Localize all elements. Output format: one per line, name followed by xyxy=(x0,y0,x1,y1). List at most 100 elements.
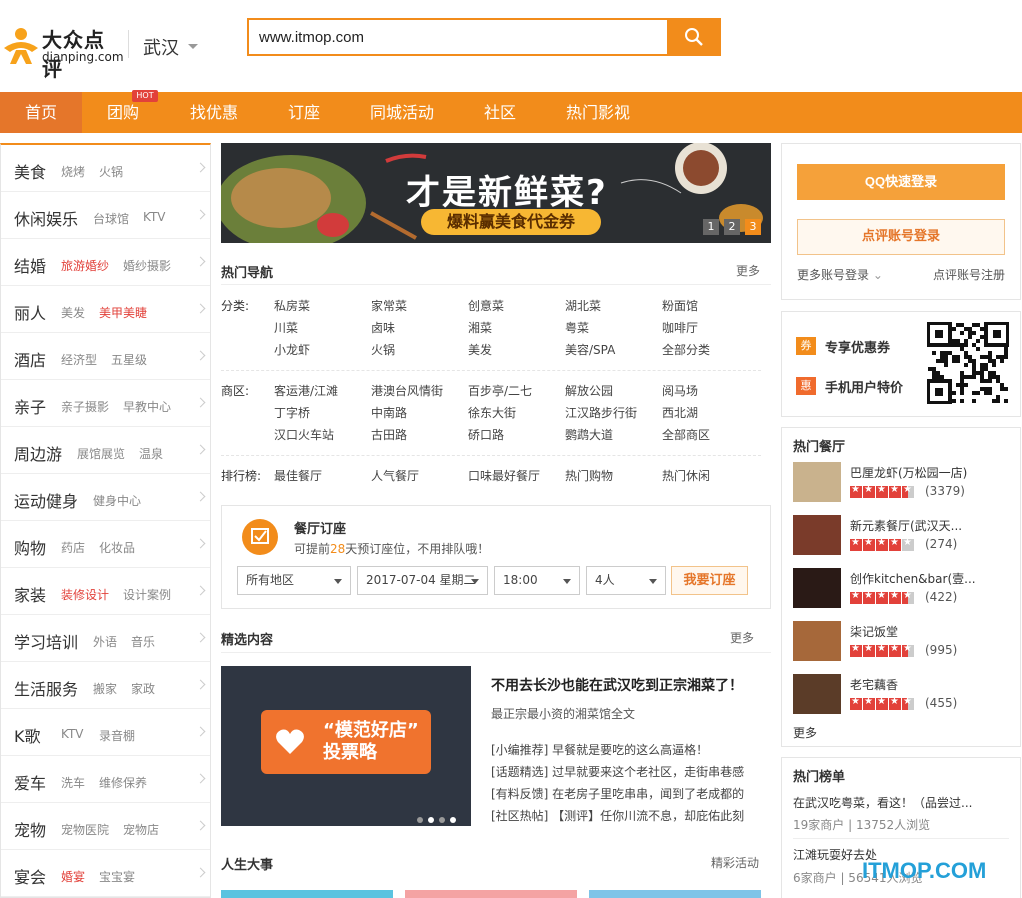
category-sublink[interactable]: 维修保养 xyxy=(99,774,147,791)
category-name[interactable]: 购物 xyxy=(14,535,46,559)
category-sublink[interactable]: 展馆展览 xyxy=(77,445,125,462)
category-name[interactable]: K歌 xyxy=(14,723,41,747)
category-sublink[interactable]: 早教中心 xyxy=(123,398,171,415)
category-sublink[interactable]: 五星级 xyxy=(111,351,147,368)
search-button[interactable] xyxy=(668,18,721,56)
hot-nav-link[interactable]: 美发 xyxy=(468,341,492,358)
category-name[interactable]: 宠物 xyxy=(14,817,46,841)
hot-nav-link[interactable]: 人气餐厅 xyxy=(371,467,419,484)
city-selector[interactable]: 武汉 xyxy=(143,34,179,60)
restaurant-thumbnail[interactable] xyxy=(793,674,841,714)
hot-nav-link[interactable]: 丁字桥 xyxy=(274,404,310,421)
hot-nav-link[interactable]: 热门购物 xyxy=(565,467,613,484)
promo-banner[interactable]: 才是新鲜菜? 爆料赢美食代金券 1 2 3 xyxy=(221,143,771,243)
sidebar-category[interactable]: 结婚 旅游婚纱 婚纱摄影 xyxy=(1,239,210,286)
banner-dot-1[interactable]: 1 xyxy=(703,219,719,235)
life-card[interactable] xyxy=(405,890,577,898)
hot-nav-link[interactable]: 口味最好餐厅 xyxy=(468,467,540,484)
category-sublink[interactable]: 火锅 xyxy=(99,163,123,180)
hot-nav-link[interactable]: 最佳餐厅 xyxy=(274,467,322,484)
search-input[interactable] xyxy=(249,20,667,54)
sidebar-category[interactable]: 酒店 经济型 五星级 xyxy=(1,333,210,380)
hot-nav-link[interactable]: 湖北菜 xyxy=(565,297,601,314)
life-more-link[interactable]: 精彩活动 xyxy=(711,854,759,871)
category-sublink[interactable]: 音乐 xyxy=(131,633,155,650)
featured-more-link[interactable]: 更多 xyxy=(730,629,754,646)
banner-dot-3[interactable]: 3 xyxy=(745,219,761,235)
hot-nav-link[interactable]: 湘菜 xyxy=(468,319,492,336)
featured-line[interactable]: [小编推荐] 早餐就是要吃的这么高逼格！ xyxy=(491,741,771,758)
hot-nav-link[interactable]: 小龙虾 xyxy=(274,341,310,358)
category-name[interactable]: 美食 xyxy=(14,159,46,183)
featured-line[interactable]: [话题精选] 过早就要来这个老社区，走街串巷感 xyxy=(491,763,771,780)
hot-nav-link[interactable]: 鹦鹉大道 xyxy=(565,426,613,443)
category-sublink[interactable]: 婚宴 xyxy=(61,868,85,885)
sidebar-category[interactable]: K歌 KTV 录音棚 xyxy=(1,709,210,756)
hot-nav-link[interactable]: 中南路 xyxy=(371,404,407,421)
carousel-dots[interactable] xyxy=(417,812,461,826)
category-name[interactable]: 休闲娱乐 xyxy=(14,206,78,230)
category-sublink[interactable]: 装修设计 xyxy=(61,586,109,603)
category-sublink[interactable]: 药店 xyxy=(61,539,85,556)
nav-dingzuo[interactable]: 订座 xyxy=(272,92,336,133)
hot-nav-link[interactable]: 美容/SPA xyxy=(565,341,615,358)
more-login-link[interactable]: 更多账号登录 ⌄ xyxy=(797,266,883,283)
qq-login-button[interactable]: QQ快速登录 xyxy=(797,164,1005,200)
sidebar-category[interactable]: 宴会 婚宴 宝宝宴 xyxy=(1,850,210,897)
hot-nav-link[interactable]: 徐东大街 xyxy=(468,404,516,421)
dianping-logo[interactable]: 大众点评 dianping.com xyxy=(2,22,124,81)
sidebar-category[interactable]: 生活服务 搬家 家政 xyxy=(1,662,210,709)
category-name[interactable]: 结婚 xyxy=(14,253,46,277)
category-sublink[interactable]: 宠物医院 xyxy=(61,821,109,838)
hot-nav-link[interactable]: 古田路 xyxy=(371,426,407,443)
hot-nav-link[interactable]: 江汉路步行街 xyxy=(565,404,637,421)
category-name[interactable]: 亲子 xyxy=(14,394,46,418)
category-name[interactable]: 宴会 xyxy=(14,864,46,888)
restaurant-name[interactable]: 老宅藕香 xyxy=(850,676,898,693)
featured-article-sub[interactable]: 最正宗最小资的湘菜馆全文 xyxy=(491,705,635,722)
hot-nav-link[interactable]: 私房菜 xyxy=(274,297,310,314)
hot-restaurants-more-link[interactable]: 更多 xyxy=(793,724,817,741)
category-sublink[interactable]: 亲子摄影 xyxy=(61,398,109,415)
category-sublink[interactable]: 旅游婚纱 xyxy=(61,257,109,274)
category-sublink[interactable]: 宠物店 xyxy=(123,821,159,838)
category-sublink[interactable]: 录音棚 xyxy=(99,727,135,744)
hot-nav-link[interactable]: 卤味 xyxy=(371,319,395,336)
category-sublink[interactable]: 台球馆 xyxy=(93,210,129,227)
hot-nav-link[interactable]: 粤菜 xyxy=(565,319,589,336)
category-sublink[interactable]: KTV xyxy=(143,210,165,224)
hot-nav-link[interactable]: 热门休闲 xyxy=(662,467,710,484)
restaurant-thumbnail[interactable] xyxy=(793,568,841,608)
hot-nav-link[interactable]: 家常菜 xyxy=(371,297,407,314)
area-select[interactable]: 所有地区 xyxy=(237,566,351,595)
restaurant-thumbnail[interactable] xyxy=(793,621,841,661)
hot-nav-link[interactable]: 粉面馆 xyxy=(662,297,698,314)
sidebar-category[interactable]: 丽人 美发 美甲美睫 xyxy=(1,286,210,333)
hot-list-item[interactable]: 在武汉吃粤菜，看这！（品尝过... xyxy=(793,794,972,811)
banner-dot-2[interactable]: 2 xyxy=(724,219,740,235)
nav-activities[interactable]: 同城活动 xyxy=(354,92,450,133)
hot-nav-more-link[interactable]: 更多 xyxy=(736,262,760,279)
hot-nav-link[interactable]: 港澳台风情街 xyxy=(371,382,443,399)
sidebar-category[interactable]: 学习培训 外语 音乐 xyxy=(1,615,210,662)
sidebar-category[interactable]: 周边游 展馆展览 温泉 xyxy=(1,427,210,474)
book-button[interactable]: 我要订座 xyxy=(671,566,748,595)
life-card[interactable] xyxy=(589,890,761,898)
restaurant-thumbnail[interactable] xyxy=(793,462,841,502)
featured-article-title[interactable]: 不用去长沙也能在武汉吃到正宗湘菜了！ xyxy=(491,675,743,695)
hot-nav-link[interactable]: 西北湖 xyxy=(662,404,698,421)
category-name[interactable]: 生活服务 xyxy=(14,676,78,700)
hot-nav-link[interactable]: 汉口火车站 xyxy=(274,426,334,443)
hot-nav-link[interactable]: 咖啡厅 xyxy=(662,319,698,336)
promo-text[interactable]: 手机用户特价 xyxy=(825,377,903,396)
hot-nav-link[interactable]: 客运港/江滩 xyxy=(274,382,338,399)
category-name[interactable]: 酒店 xyxy=(14,347,46,371)
date-select[interactable]: 2017-07-04 星期二 xyxy=(357,566,488,595)
time-select[interactable]: 18:00 xyxy=(494,566,580,595)
category-name[interactable]: 运动健身 xyxy=(14,488,78,512)
restaurant-name[interactable]: 巴厘龙虾(万松园一店) xyxy=(850,464,967,481)
category-name[interactable]: 爱车 xyxy=(14,770,46,794)
sidebar-category[interactable]: 休闲娱乐 台球馆 KTV xyxy=(1,192,210,239)
nav-home[interactable]: 首页 xyxy=(0,92,82,133)
category-sublink[interactable]: 宝宝宴 xyxy=(99,868,135,885)
